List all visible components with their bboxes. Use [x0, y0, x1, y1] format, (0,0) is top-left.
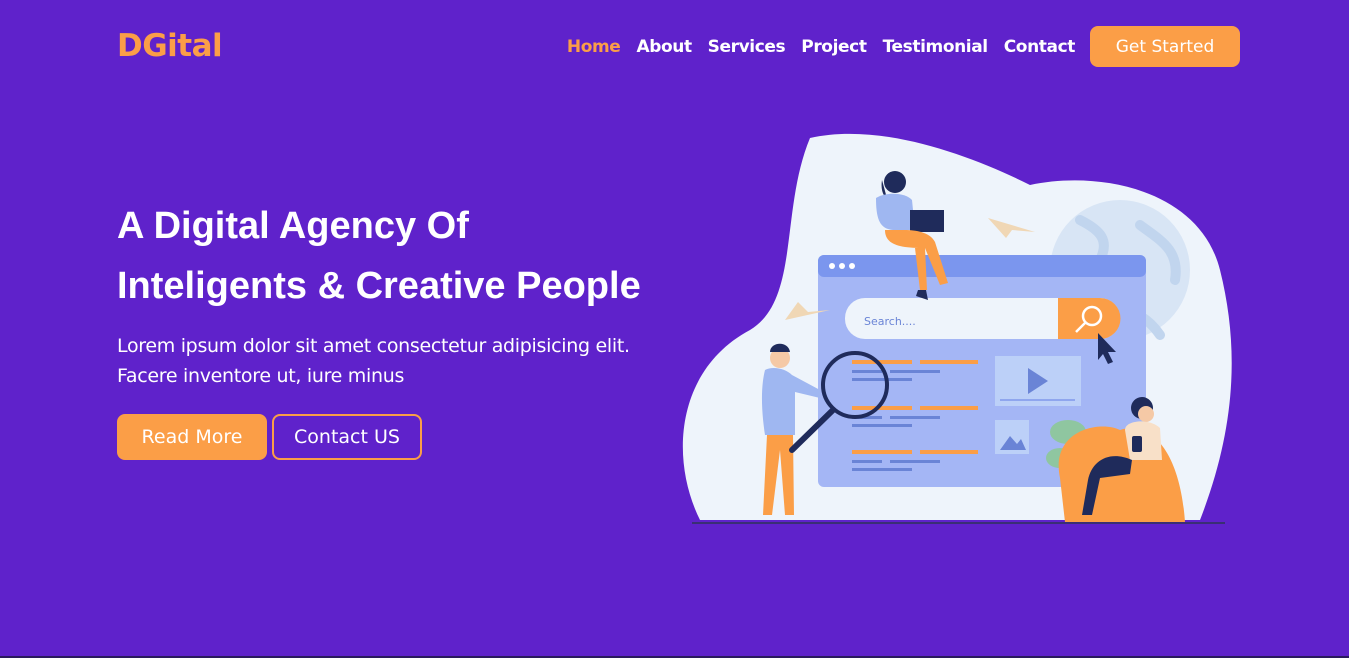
hero-title-line2: Inteligents & Creative People	[117, 265, 641, 307]
nav-testimonial[interactable]: Testimonial	[883, 37, 989, 57]
main-nav: Home About Services Project Testimonial …	[567, 37, 1076, 57]
brand-logo[interactable]: DGital	[117, 28, 223, 64]
get-started-button[interactable]: Get Started	[1090, 26, 1240, 67]
nav-about[interactable]: About	[636, 37, 692, 57]
read-more-button[interactable]: Read More	[117, 414, 267, 460]
hero-illustration: Search....	[682, 133, 1232, 524]
nav-project[interactable]: Project	[801, 37, 867, 57]
hero-title-line1: A Digital Agency Of	[117, 205, 469, 247]
nav-services[interactable]: Services	[708, 37, 786, 57]
nav-contact[interactable]: Contact	[1004, 37, 1076, 57]
hero-description: Lorem ipsum dolor sit amet consectetur a…	[117, 335, 630, 387]
nav-home[interactable]: Home	[567, 37, 621, 57]
hero-title: A Digital Agency Of Inteligents & Creati…	[117, 196, 697, 316]
contact-us-button[interactable]: Contact US	[272, 414, 422, 460]
illustration-search-placeholder: Search....	[864, 315, 916, 328]
